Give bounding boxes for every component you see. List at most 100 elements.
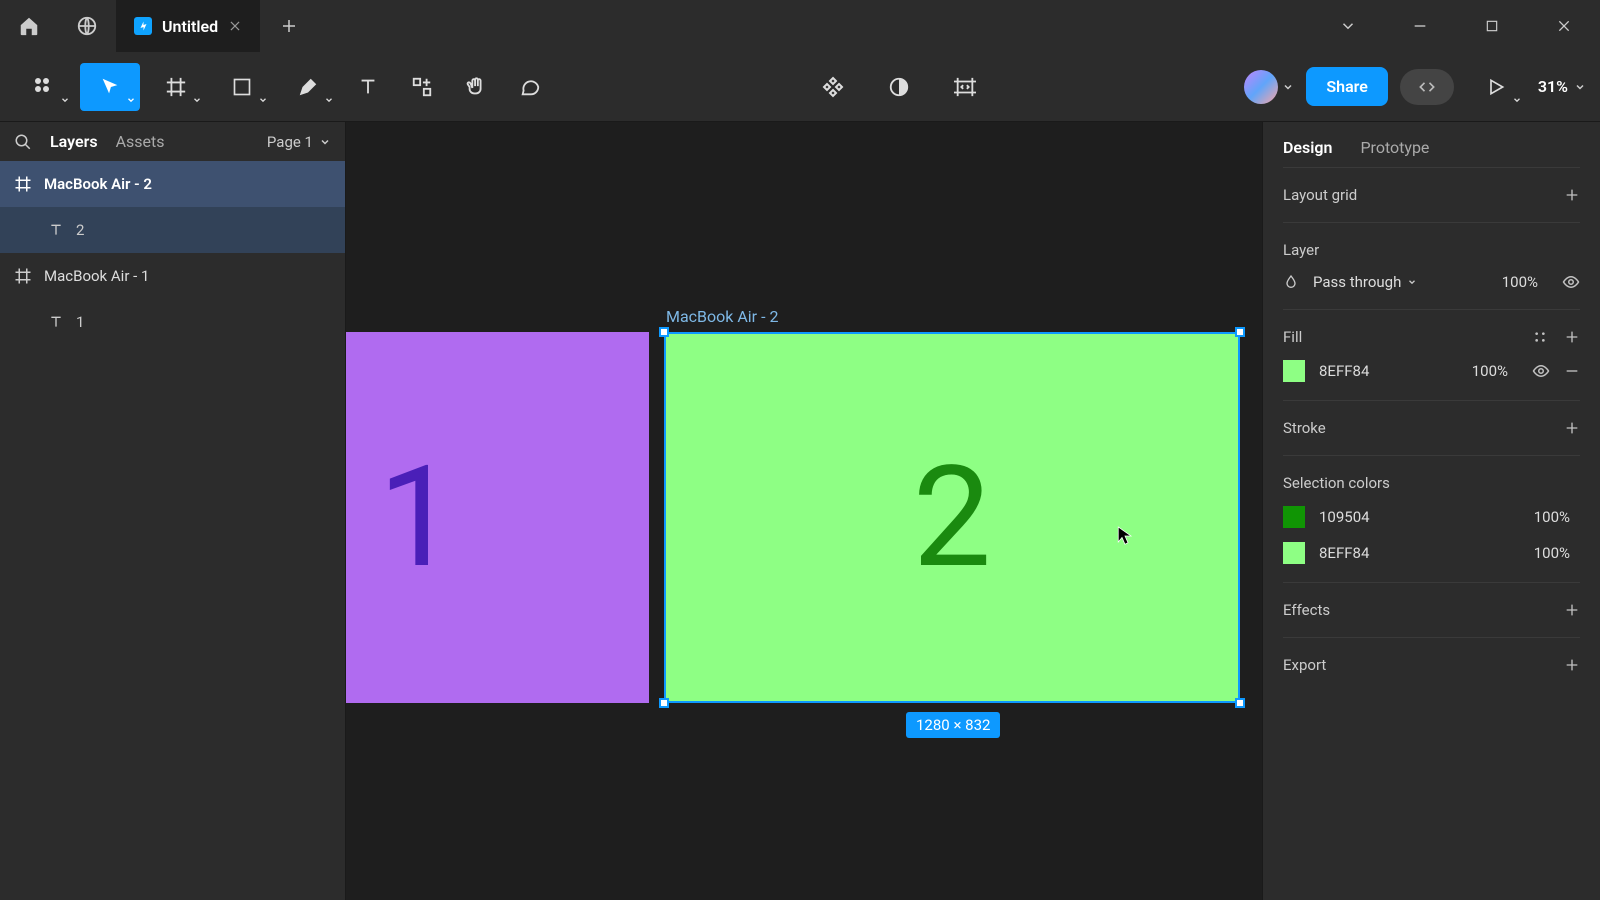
dev-mode-toggle[interactable] xyxy=(1400,69,1454,105)
zoom-value: 31% xyxy=(1538,77,1568,96)
frame-macbook-air-2[interactable]: 2 xyxy=(664,332,1240,703)
layer-name: 1 xyxy=(76,313,84,331)
hand-tool[interactable] xyxy=(452,63,500,111)
dark-mode-button[interactable] xyxy=(875,63,923,111)
canvas[interactable]: 1 MacBook Air - 2 2 1280 × 832 xyxy=(346,122,1262,900)
add-layout-grid-button[interactable] xyxy=(1564,187,1580,203)
pen-icon xyxy=(297,76,319,98)
titlebar-left: Untitled xyxy=(0,0,318,52)
globe-icon xyxy=(76,15,98,37)
chevron-down-icon xyxy=(1407,277,1417,287)
stroke-section: Stroke xyxy=(1283,400,1580,455)
user-avatar[interactable] xyxy=(1244,70,1278,104)
page-selector[interactable]: Page 1 xyxy=(267,133,331,151)
layer-row-text[interactable]: 2 xyxy=(0,207,345,253)
chevron-down-icon xyxy=(324,95,334,105)
chevron-down-icon xyxy=(1282,81,1294,93)
move-tool[interactable] xyxy=(80,63,140,111)
search-button[interactable] xyxy=(14,133,32,151)
home-button[interactable] xyxy=(0,0,58,52)
fill-opacity-input[interactable]: 100% xyxy=(1472,362,1508,380)
plus-icon xyxy=(280,17,298,35)
resources-tool[interactable] xyxy=(398,63,446,111)
left-panel-header: Layers Assets Page 1 xyxy=(0,122,345,161)
selection-color-swatch[interactable] xyxy=(1283,506,1305,528)
community-button[interactable] xyxy=(58,0,116,52)
comment-icon xyxy=(519,76,541,98)
layer-visibility-toggle[interactable] xyxy=(1562,273,1580,291)
design-tab[interactable]: Design xyxy=(1283,138,1332,157)
frame-macbook-air-1[interactable]: 1 xyxy=(346,332,649,703)
layer-name: MacBook Air - 1 xyxy=(44,267,149,285)
selection-color-opacity[interactable]: 100% xyxy=(1534,508,1570,526)
layers-tab[interactable]: Layers xyxy=(50,132,98,151)
text-tool[interactable] xyxy=(344,63,392,111)
fill-hex-input[interactable]: 8EFF84 xyxy=(1319,362,1369,380)
selection-handle[interactable] xyxy=(1235,698,1245,708)
plus-icon xyxy=(1564,329,1580,345)
fill-color-swatch[interactable] xyxy=(1283,360,1305,382)
layer-row-frame[interactable]: MacBook Air - 2 xyxy=(0,161,345,207)
fill-styles-button[interactable] xyxy=(1532,329,1548,345)
play-icon xyxy=(1486,77,1506,97)
layer-row-text[interactable]: 1 xyxy=(0,299,345,345)
new-tab-button[interactable] xyxy=(260,0,318,52)
export-title: Export xyxy=(1283,656,1326,674)
shape-tool[interactable] xyxy=(212,63,272,111)
titlebar: Untitled xyxy=(0,0,1600,52)
window-collapse-button[interactable] xyxy=(1312,0,1384,52)
fill-visibility-toggle[interactable] xyxy=(1532,362,1550,380)
comment-tool[interactable] xyxy=(506,63,554,111)
dev-handoff-button[interactable] xyxy=(941,63,989,111)
assets-tab[interactable]: Assets xyxy=(116,132,165,151)
prototype-tab[interactable]: Prototype xyxy=(1360,138,1429,157)
layer-opacity-input[interactable]: 100% xyxy=(1502,273,1538,291)
selection-dimensions: 1280 × 832 xyxy=(906,712,1000,738)
file-tab-title: Untitled xyxy=(162,17,218,36)
effects-title: Effects xyxy=(1283,601,1330,619)
chevron-down-icon xyxy=(319,136,331,148)
figma-menu-icon xyxy=(32,75,56,99)
selection-handle[interactable] xyxy=(1235,327,1245,337)
main-menu-button[interactable] xyxy=(14,63,74,111)
window-close-button[interactable] xyxy=(1528,0,1600,52)
present-button[interactable] xyxy=(1466,63,1526,111)
minus-icon xyxy=(1564,363,1580,379)
left-panel: Layers Assets Page 1 MacBook Air - 2 2 M… xyxy=(0,122,346,900)
right-panel-tabs: Design Prototype xyxy=(1283,122,1580,167)
layer-name: MacBook Air - 2 xyxy=(44,175,152,193)
frame-tool[interactable] xyxy=(146,63,206,111)
add-stroke-button[interactable] xyxy=(1564,420,1580,436)
add-effect-button[interactable] xyxy=(1564,602,1580,618)
chevron-down-icon xyxy=(192,95,202,105)
selection-handle[interactable] xyxy=(659,698,669,708)
add-fill-button[interactable] xyxy=(1564,329,1580,345)
window-maximize-button[interactable] xyxy=(1456,0,1528,52)
window-minimize-button[interactable] xyxy=(1384,0,1456,52)
remove-fill-button[interactable] xyxy=(1564,363,1580,379)
file-tab[interactable]: Untitled xyxy=(116,0,260,52)
components-button[interactable] xyxy=(809,63,857,111)
pen-tool[interactable] xyxy=(278,63,338,111)
components-icon xyxy=(821,75,845,99)
layer-row-frame[interactable]: MacBook Air - 1 xyxy=(0,253,345,299)
selection-color-hex[interactable]: 8EFF84 xyxy=(1319,544,1369,562)
share-button[interactable]: Share xyxy=(1306,67,1388,106)
main: Layers Assets Page 1 MacBook Air - 2 2 M… xyxy=(0,122,1600,900)
plus-icon xyxy=(1564,602,1580,618)
toolbar-center xyxy=(809,63,989,111)
add-export-button[interactable] xyxy=(1564,657,1580,673)
window-controls xyxy=(1312,0,1600,52)
zoom-control[interactable]: 31% xyxy=(1538,77,1586,96)
selection-color-hex[interactable]: 109504 xyxy=(1319,508,1370,526)
blend-mode-select[interactable]: Pass through xyxy=(1313,273,1417,291)
selection-handle[interactable] xyxy=(659,327,669,337)
minimize-icon xyxy=(1412,18,1428,34)
selection-colors-title: Selection colors xyxy=(1283,474,1390,492)
effects-section: Effects xyxy=(1283,582,1580,637)
selection-color-opacity[interactable]: 100% xyxy=(1534,544,1570,562)
selection-colors-section: Selection colors 109504 100% 8EFF84 100% xyxy=(1283,455,1580,582)
frame2-label[interactable]: MacBook Air - 2 xyxy=(666,307,778,326)
selection-color-swatch[interactable] xyxy=(1283,542,1305,564)
close-tab-button[interactable] xyxy=(228,19,242,33)
